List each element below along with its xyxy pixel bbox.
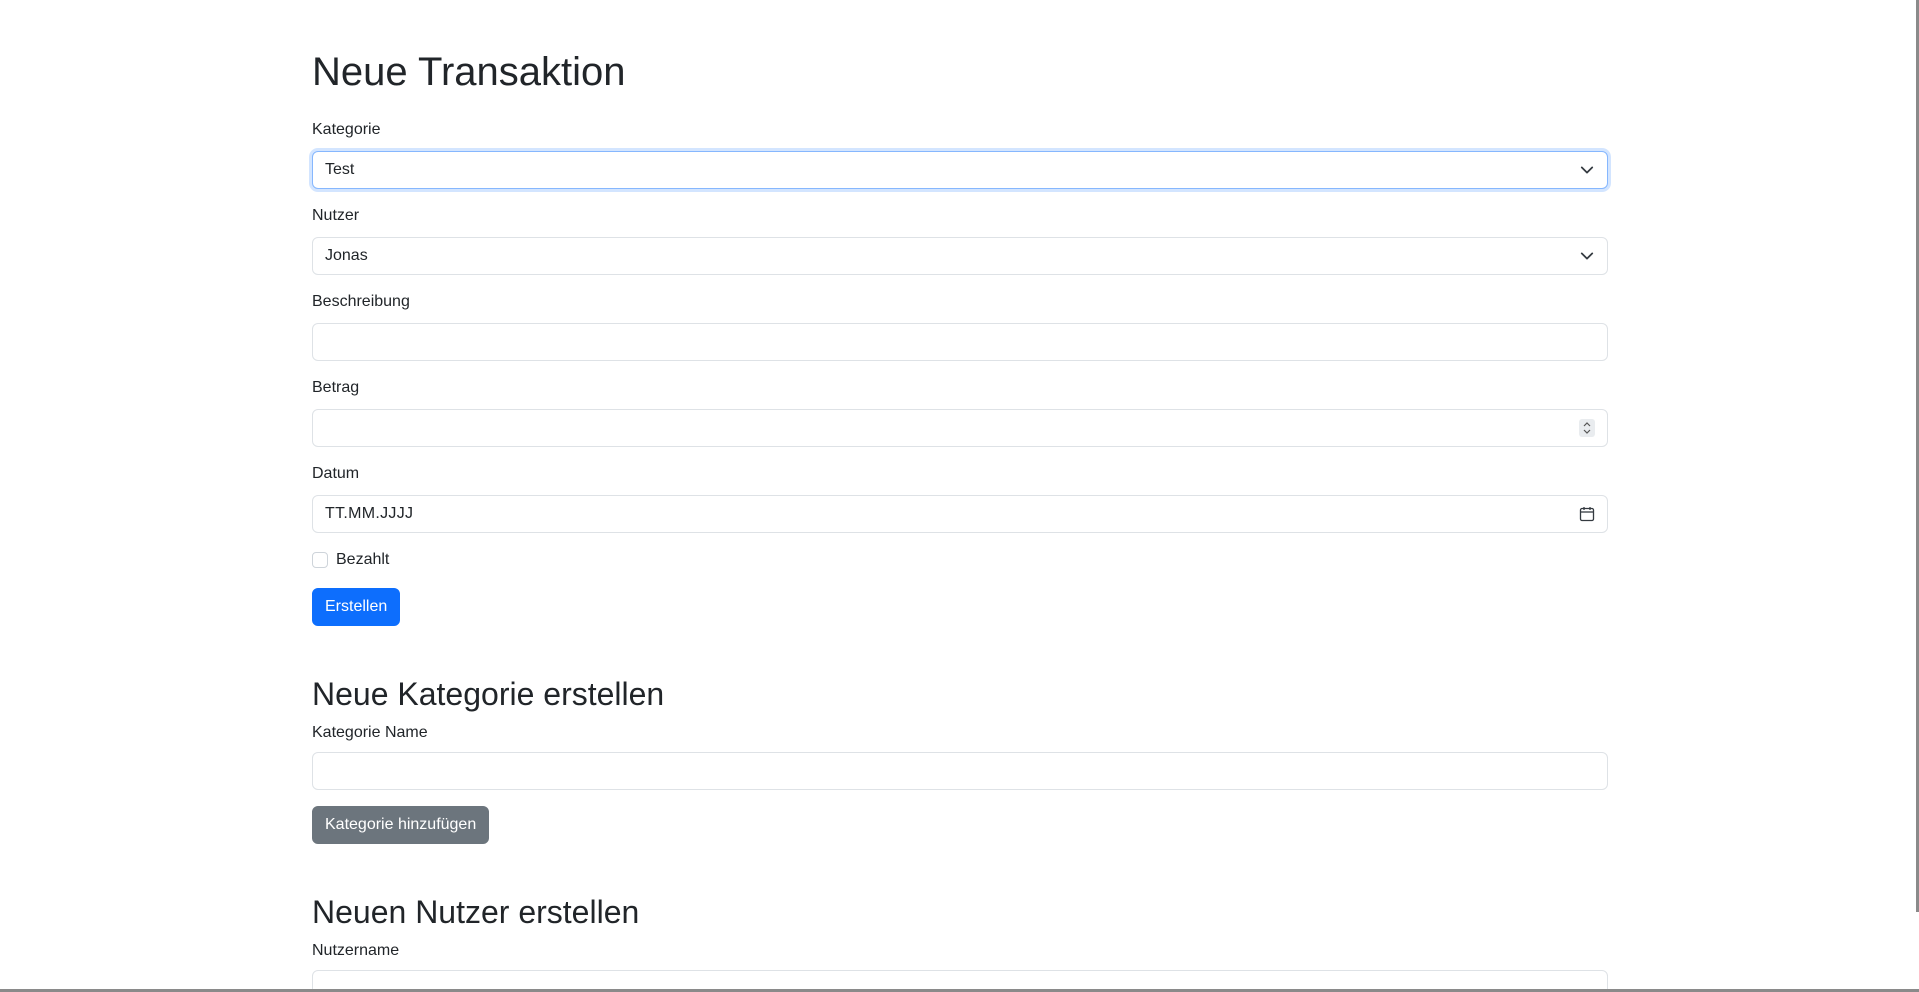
- description-label: Beschreibung: [312, 293, 410, 310]
- category-select-value: Test: [325, 161, 355, 178]
- calendar-icon[interactable]: [1579, 506, 1595, 522]
- category-name-input[interactable]: [312, 752, 1608, 790]
- amount-input[interactable]: [312, 409, 1608, 447]
- spinner-icon[interactable]: [1579, 419, 1595, 437]
- amount-label: Betrag: [312, 379, 360, 396]
- paid-checkbox[interactable]: [312, 552, 328, 568]
- page: Neue Transaktion Kategorie Test Nutzer J…: [0, 0, 1919, 992]
- create-transaction-button[interactable]: Erstellen: [312, 588, 401, 626]
- user-section-title: Neuen Nutzer erstellen: [312, 894, 640, 930]
- date-label: Datum: [312, 465, 360, 482]
- user-label: Nutzer: [312, 207, 360, 224]
- date-input[interactable]: TT.MM.JJJJ: [312, 495, 1608, 533]
- paid-label: Bezahlt: [336, 551, 390, 568]
- user-name-label: Nutzername: [312, 942, 400, 959]
- transaction-title: Neue Transaktion: [312, 50, 626, 94]
- chevron-down-icon: [1579, 248, 1595, 264]
- user-select[interactable]: Jonas: [312, 237, 1608, 275]
- user-select-value: Jonas: [325, 247, 368, 264]
- category-label: Kategorie: [312, 121, 381, 138]
- paid-checkbox-row: Bezahlt: [312, 551, 389, 569]
- category-select[interactable]: Test: [312, 151, 1608, 189]
- category-name-label: Kategorie Name: [312, 724, 428, 741]
- add-category-button[interactable]: Kategorie hinzufügen: [312, 806, 490, 844]
- description-input[interactable]: [312, 323, 1608, 361]
- chevron-down-icon: [1579, 162, 1595, 178]
- date-input-placeholder: TT.MM.JJJJ: [325, 505, 414, 522]
- category-section-title: Neue Kategorie erstellen: [312, 676, 665, 712]
